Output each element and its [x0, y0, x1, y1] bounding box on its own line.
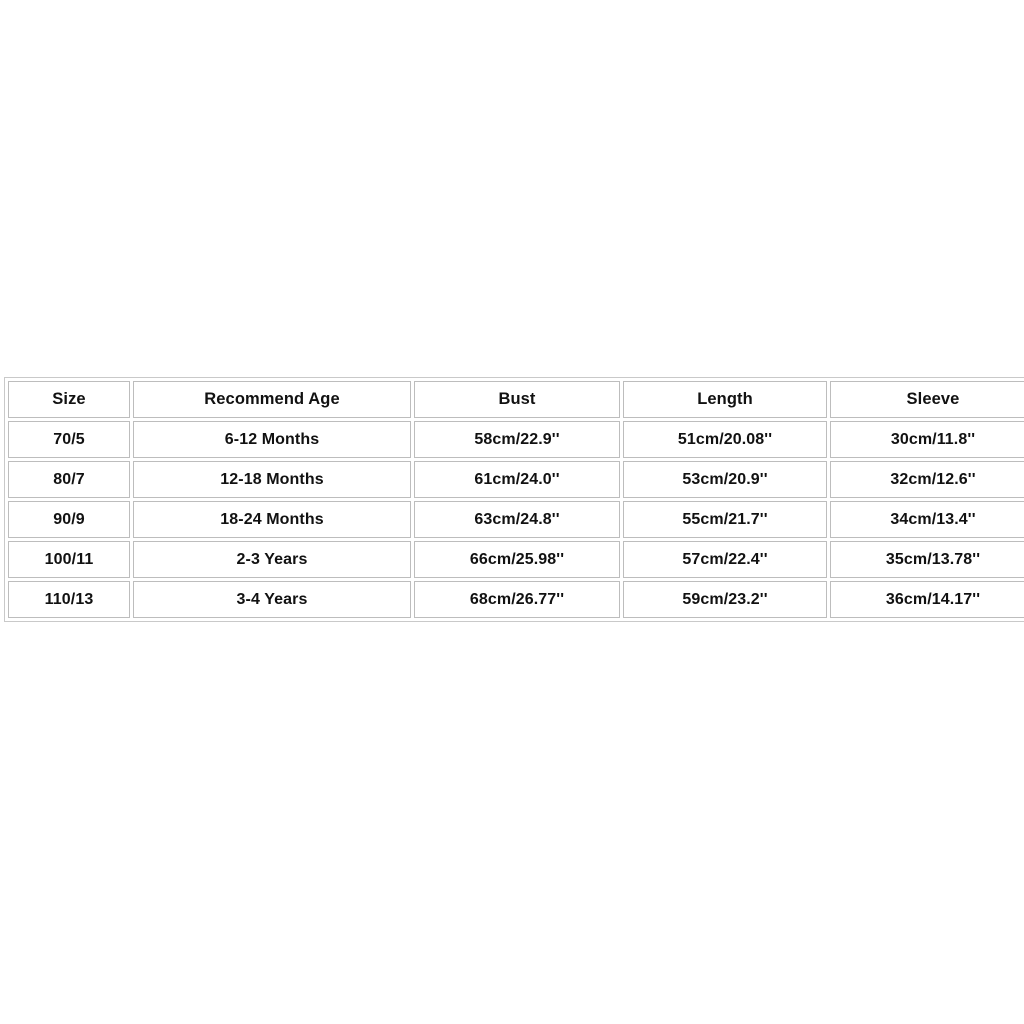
- size-chart-body: 70/5 6-12 Months 58cm/22.9'' 51cm/20.08'…: [8, 421, 1024, 618]
- cell-bust: 66cm/25.98'': [414, 541, 620, 578]
- cell-length: 51cm/20.08'': [623, 421, 827, 458]
- cell-size: 90/9: [8, 501, 130, 538]
- table-row: 110/13 3-4 Years 68cm/26.77'' 59cm/23.2'…: [8, 581, 1024, 618]
- column-header-length: Length: [623, 381, 827, 418]
- cell-sleeve: 32cm/12.6'': [830, 461, 1024, 498]
- table-row: 80/7 12-18 Months 61cm/24.0'' 53cm/20.9'…: [8, 461, 1024, 498]
- table-row: 70/5 6-12 Months 58cm/22.9'' 51cm/20.08'…: [8, 421, 1024, 458]
- cell-bust: 58cm/22.9'': [414, 421, 620, 458]
- column-header-size: Size: [8, 381, 130, 418]
- cell-length: 59cm/23.2'': [623, 581, 827, 618]
- table-header-row: Size Recommend Age Bust Length Sleeve: [8, 381, 1024, 418]
- table-row: 90/9 18-24 Months 63cm/24.8'' 55cm/21.7'…: [8, 501, 1024, 538]
- cell-size: 100/11: [8, 541, 130, 578]
- cell-bust: 61cm/24.0'': [414, 461, 620, 498]
- cell-sleeve: 30cm/11.8'': [830, 421, 1024, 458]
- cell-size: 80/7: [8, 461, 130, 498]
- cell-bust: 68cm/26.77'': [414, 581, 620, 618]
- cell-sleeve: 34cm/13.4'': [830, 501, 1024, 538]
- cell-age: 6-12 Months: [133, 421, 411, 458]
- cell-age: 18-24 Months: [133, 501, 411, 538]
- cell-length: 53cm/20.9'': [623, 461, 827, 498]
- cell-sleeve: 35cm/13.78'': [830, 541, 1024, 578]
- cell-size: 110/13: [8, 581, 130, 618]
- cell-age: 2-3 Years: [133, 541, 411, 578]
- cell-age: 12-18 Months: [133, 461, 411, 498]
- size-chart-container: Size Recommend Age Bust Length Sleeve 70…: [4, 377, 1024, 622]
- column-header-bust: Bust: [414, 381, 620, 418]
- cell-size: 70/5: [8, 421, 130, 458]
- table-row: 100/11 2-3 Years 66cm/25.98'' 57cm/22.4'…: [8, 541, 1024, 578]
- cell-length: 55cm/21.7'': [623, 501, 827, 538]
- column-header-age: Recommend Age: [133, 381, 411, 418]
- cell-age: 3-4 Years: [133, 581, 411, 618]
- cell-sleeve: 36cm/14.17'': [830, 581, 1024, 618]
- size-chart-header: Size Recommend Age Bust Length Sleeve: [8, 381, 1024, 418]
- size-chart-table: Size Recommend Age Bust Length Sleeve 70…: [4, 377, 1024, 622]
- column-header-sleeve: Sleeve: [830, 381, 1024, 418]
- cell-length: 57cm/22.4'': [623, 541, 827, 578]
- page-root: Size Recommend Age Bust Length Sleeve 70…: [0, 0, 1024, 1024]
- cell-bust: 63cm/24.8'': [414, 501, 620, 538]
